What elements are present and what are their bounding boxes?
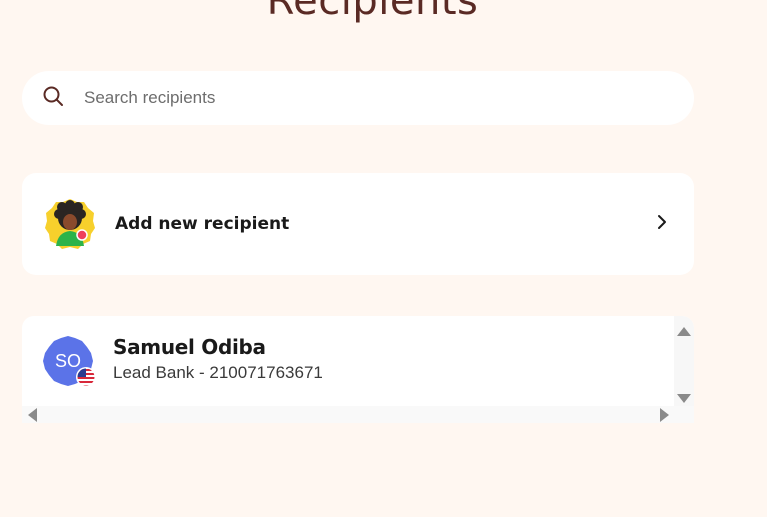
recipient-bank-details: Lead Bank - 210071763671 — [113, 363, 323, 382]
avatar: SO — [43, 336, 96, 387]
search-icon — [42, 85, 64, 112]
horizontal-scrollbar[interactable] — [22, 406, 694, 423]
recipient-row[interactable]: SO Samuel Odiba Lead Bank - 210071763671 — [22, 316, 674, 406]
search-input[interactable] — [82, 87, 646, 109]
recipient-name: Samuel Odiba — [113, 335, 266, 359]
us-flag-icon — [76, 367, 96, 387]
page-title: Recipients — [266, 0, 479, 24]
chevron-right-icon — [656, 213, 668, 231]
recipient-list: SO Samuel Odiba Lead Bank - 210071763671 — [22, 316, 694, 423]
new-recipient-avatar-icon — [44, 198, 96, 250]
search-bar[interactable] — [22, 71, 694, 125]
scroll-up-icon[interactable] — [677, 323, 691, 341]
scroll-right-icon[interactable] — [660, 408, 669, 423]
add-recipient-label: Add new recipient — [115, 214, 290, 234]
vertical-scrollbar[interactable] — [674, 316, 694, 406]
scroll-left-icon[interactable] — [28, 408, 37, 423]
add-recipient-card[interactable]: Add new recipient — [22, 173, 694, 275]
